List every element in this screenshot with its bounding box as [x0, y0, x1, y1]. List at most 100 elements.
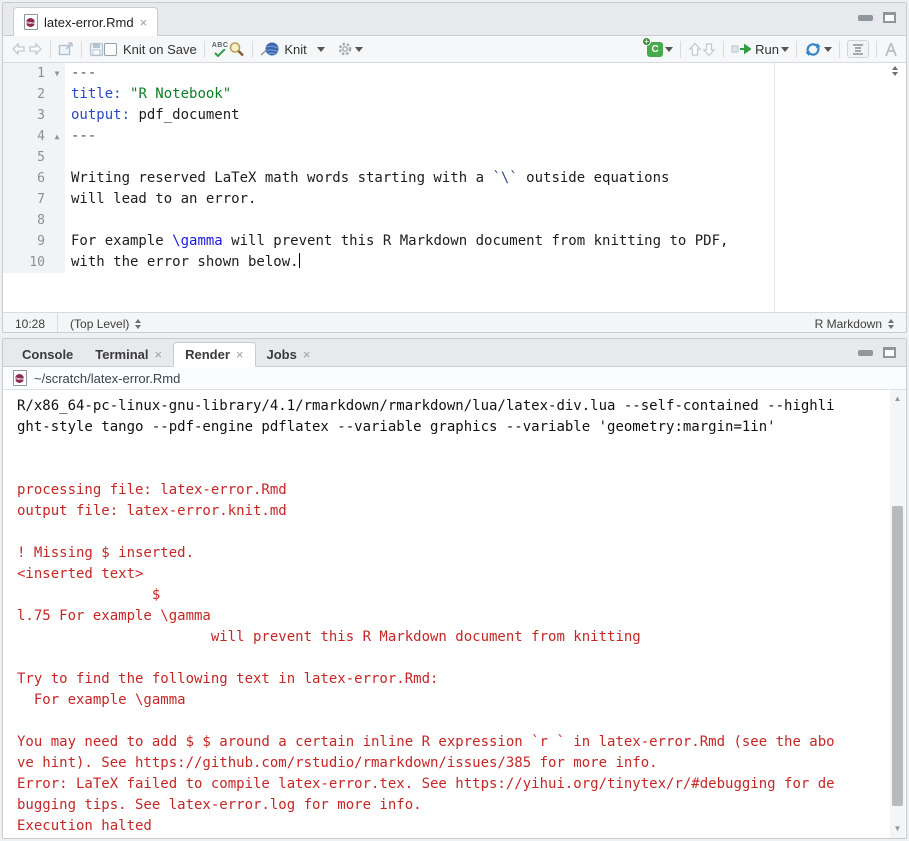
popout-window-icon — [58, 42, 73, 56]
minimize-pane-button[interactable] — [858, 14, 873, 21]
insert-chunk-dropdown-icon[interactable] — [665, 46, 674, 52]
editor-line: 8 — [3, 210, 906, 231]
forward-button[interactable] — [27, 42, 43, 56]
console-line: ght-style tango --pdf-engine pdflatex --… — [17, 419, 776, 435]
open-in-new-window-button[interactable] — [58, 42, 74, 56]
minimize-pane-button[interactable] — [858, 349, 873, 356]
run-icon — [731, 43, 752, 55]
scroll-arrows-icon — [892, 66, 898, 76]
fold-gutter — [49, 147, 65, 168]
line-number: 8 — [3, 210, 49, 231]
back-arrow-icon — [12, 42, 25, 56]
editor-scrollbar[interactable] — [886, 66, 898, 76]
knit-on-save-checkbox[interactable]: Knit on Save — [104, 42, 197, 57]
rmd-file-icon: Rmd — [13, 370, 27, 386]
source-pane: Rmd latex-error.Rmd × Knit on Save ABC K… — [2, 2, 907, 333]
code-text: --- — [71, 128, 97, 144]
console-line: For example \gamma — [17, 692, 186, 708]
tab-label: Jobs — [266, 347, 297, 362]
run-dropdown-icon[interactable] — [781, 46, 789, 52]
visual-editor-toggle-button[interactable] — [884, 42, 898, 57]
knit-label: Knit — [284, 41, 307, 57]
down-arrow-icon — [702, 42, 716, 56]
line-number: 4 — [3, 126, 49, 147]
editor-toolbar: Knit on Save ABC Knit C + Run — [3, 36, 906, 63]
console-line: ve hint). See https://github.com/rstudio… — [17, 755, 658, 771]
render-target-path-bar: Rmd ~/scratch/latex-error.Rmd — [3, 367, 906, 390]
spellcheck-icon: ABC — [212, 42, 229, 57]
editor-line: 5 — [3, 147, 906, 168]
find-replace-button[interactable] — [228, 41, 245, 57]
knit-button[interactable]: Knit — [260, 41, 307, 57]
editor-status-bar: 10:28 (Top Level) R Markdown — [3, 312, 906, 332]
tab-jobs[interactable]: Jobs × — [256, 342, 322, 367]
console-line: You may need to add $ $ around a certain… — [17, 734, 835, 750]
line-number: 5 — [3, 147, 49, 168]
code-text: Writing reserved LaTeX math words starti… — [71, 170, 670, 186]
insert-chunk-button[interactable]: C + — [642, 36, 664, 57]
code-text: --- — [71, 65, 97, 81]
code-editor[interactable]: 1 ▼ --- 2 title: "R Notebook" 3 output: pdf_do… — [3, 63, 906, 312]
editor-line: 6 Writing reserved LaTeX math words start… — [3, 168, 906, 189]
file-path: ~/scratch/latex-error.Rmd — [34, 370, 181, 386]
fold-gutter — [49, 105, 65, 126]
rstudio-window: Rmd latex-error.Rmd × Knit on Save ABC K… — [0, 0, 909, 841]
console-line: output file: latex-error.knit.md — [17, 503, 287, 519]
code-text: For example \gamma will prevent this R M… — [71, 233, 729, 249]
scrollbar-thumb[interactable] — [892, 506, 903, 806]
tab-label: Render — [185, 347, 230, 362]
console-line: Execution halted — [17, 818, 152, 834]
back-button[interactable] — [11, 42, 27, 56]
language-mode-selector[interactable]: R Markdown — [803, 313, 906, 332]
editor-line: 4 ▲ --- — [3, 126, 906, 147]
scope-updown-icon — [135, 318, 142, 329]
code-text: with the error shown below. — [71, 253, 300, 270]
save-button[interactable] — [89, 42, 104, 57]
fold-gutter — [49, 210, 65, 231]
close-tab-icon[interactable]: × — [140, 16, 148, 29]
tab-terminal[interactable]: Terminal × — [84, 342, 173, 367]
line-number: 9 — [3, 231, 49, 252]
scrollbar-down-icon[interactable]: ▼ — [890, 822, 905, 836]
fold-gutter — [49, 84, 65, 105]
fold-marker-icon[interactable]: ▼ — [49, 63, 65, 84]
rerun-dropdown-icon[interactable] — [824, 46, 832, 52]
console-line: bugging tips. See latex-error.log for mo… — [17, 797, 422, 813]
maximize-pane-button[interactable] — [883, 12, 896, 23]
code-text: will lead to an error. — [71, 191, 257, 207]
tab-render[interactable]: Render × — [173, 342, 256, 367]
go-to-previous-chunk-button[interactable] — [688, 42, 702, 57]
run-button[interactable]: Run — [731, 42, 779, 57]
render-console-output[interactable]: R/x86_64-pc-linux-gnu-library/4.1/rmarkd… — [3, 390, 890, 838]
scope-selector[interactable]: (Top Level) — [58, 313, 153, 332]
go-to-next-chunk-button[interactable] — [702, 42, 716, 57]
close-tab-icon[interactable]: × — [303, 348, 311, 361]
console-line: will prevent this R Markdown document fr… — [17, 629, 641, 645]
editor-tab-latex-error[interactable]: Rmd latex-error.Rmd × — [13, 7, 159, 36]
fold-marker-icon[interactable]: ▲ — [49, 126, 65, 147]
cursor-position: 10:28 — [3, 313, 59, 332]
tab-console[interactable]: Console — [11, 342, 84, 367]
editor-line: 9 For example \gamma will prevent this R … — [3, 231, 906, 252]
rerun-button[interactable] — [804, 42, 822, 57]
close-tab-icon[interactable]: × — [155, 348, 163, 361]
scrollbar-up-icon[interactable]: ▲ — [890, 392, 905, 406]
knit-dropdown-icon[interactable] — [316, 46, 325, 52]
line-number: 6 — [3, 168, 49, 189]
close-tab-icon[interactable]: × — [236, 348, 244, 361]
text-cursor — [298, 253, 300, 268]
fold-gutter — [49, 189, 65, 210]
knit-settings-button[interactable] — [337, 41, 353, 57]
line-number: 3 — [3, 105, 49, 126]
knit-settings-dropdown-icon[interactable] — [354, 46, 363, 52]
maximize-pane-button[interactable] — [883, 347, 896, 358]
console-scrollbar[interactable]: ▲ ▼ — [890, 390, 905, 838]
editor-line: 7 will lead to an error. — [3, 189, 906, 210]
line-number: 10 — [3, 252, 49, 273]
document-outline-button[interactable] — [847, 40, 869, 58]
spellcheck-button[interactable]: ABC — [212, 42, 229, 57]
